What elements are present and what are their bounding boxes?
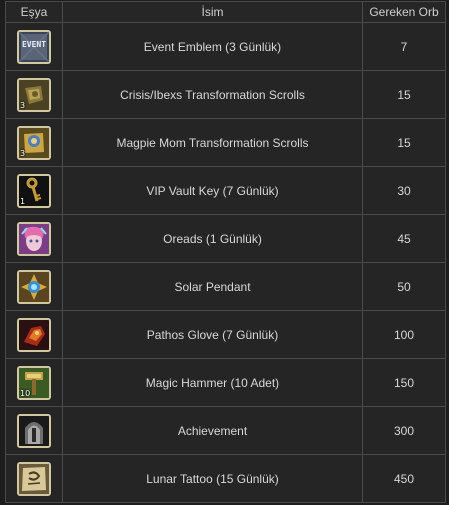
item-icon-cell: EVENT xyxy=(5,22,63,71)
item-name: Solar Pendant xyxy=(62,262,363,311)
item-icon-cell xyxy=(5,406,63,455)
item-icon-cell xyxy=(5,310,63,359)
item-name: Crisis/Ibexs Transformation Scrolls xyxy=(62,70,363,119)
table-row: 1 VIP Vault Key (7 Günlük) 30 xyxy=(5,166,446,215)
item-orb-cost: 15 xyxy=(362,70,446,119)
item-name: Lunar Tattoo (15 Günlük) xyxy=(62,454,363,503)
table-row: Pathos Glove (7 Günlük) 100 xyxy=(5,310,446,359)
item-icon-cell: 3 xyxy=(5,70,63,119)
item-orb-cost: 450 xyxy=(362,454,446,503)
item-orb-cost: 15 xyxy=(362,118,446,167)
item-icon-cell xyxy=(5,454,63,503)
item-quantity: 3 xyxy=(20,148,26,158)
table-row: Achievement 300 xyxy=(5,406,446,455)
item-icon-cell: 10 xyxy=(5,358,63,407)
item-quantity: 1 xyxy=(20,196,26,206)
item-orb-cost: 7 xyxy=(362,22,446,71)
table-header-row: Eşya İsim Gereken Orb xyxy=(5,1,446,23)
item-name: VIP Vault Key (7 Günlük) xyxy=(62,166,363,215)
header-name: İsim xyxy=(62,1,363,23)
header-item: Eşya xyxy=(5,1,63,23)
item-name: Magpie Mom Transformation Scrolls xyxy=(62,118,363,167)
item-quantity: 3 xyxy=(20,100,26,110)
magpie-scroll-icon: 3 xyxy=(17,125,51,160)
item-orb-cost: 45 xyxy=(362,214,446,263)
item-orb-cost: 100 xyxy=(362,310,446,359)
item-orb-cost: 300 xyxy=(362,406,446,455)
item-orb-cost: 30 xyxy=(362,166,446,215)
item-name: Event Emblem (3 Günlük) xyxy=(62,22,363,71)
item-name: Oreads (1 Günlük) xyxy=(62,214,363,263)
magic-hammer-icon: 10 xyxy=(17,365,51,400)
table-row: 10 Magic Hammer (10 Adet) 150 xyxy=(5,358,446,407)
orb-reward-table: Eşya İsim Gereken Orb EVENT Event Emblem… xyxy=(5,1,446,503)
table-row: EVENT Event Emblem (3 Günlük) 7 xyxy=(5,22,446,71)
item-quantity: 10 xyxy=(20,388,31,398)
table-row: Solar Pendant 50 xyxy=(5,262,446,311)
table-row: Lunar Tattoo (15 Günlük) 450 xyxy=(5,454,446,503)
item-icon-cell: 1 xyxy=(5,166,63,215)
oreads-icon xyxy=(17,221,51,256)
achievement-icon xyxy=(17,413,51,448)
table-row: 3 Crisis/Ibexs Transformation Scrolls 15 xyxy=(5,70,446,119)
item-icon-cell: 3 xyxy=(5,118,63,167)
solar-pendant-icon xyxy=(17,269,51,304)
event-emblem-label: EVENT xyxy=(21,39,47,49)
header-orb: Gereken Orb xyxy=(362,1,446,23)
item-icon-cell xyxy=(5,214,63,263)
crisis-scroll-icon: 3 xyxy=(17,77,51,112)
item-orb-cost: 50 xyxy=(362,262,446,311)
lunar-tattoo-icon xyxy=(17,461,51,496)
item-name: Achievement xyxy=(62,406,363,455)
table-row: 3 Magpie Mom Transformation Scrolls 15 xyxy=(5,118,446,167)
vault-key-icon: 1 xyxy=(17,173,51,208)
pathos-glove-icon xyxy=(17,317,51,352)
event-emblem-icon: EVENT xyxy=(17,29,51,64)
item-name: Pathos Glove (7 Günlük) xyxy=(62,310,363,359)
item-orb-cost: 150 xyxy=(362,358,446,407)
item-name: Magic Hammer (10 Adet) xyxy=(62,358,363,407)
table-row: Oreads (1 Günlük) 45 xyxy=(5,214,446,263)
item-icon-cell xyxy=(5,262,63,311)
